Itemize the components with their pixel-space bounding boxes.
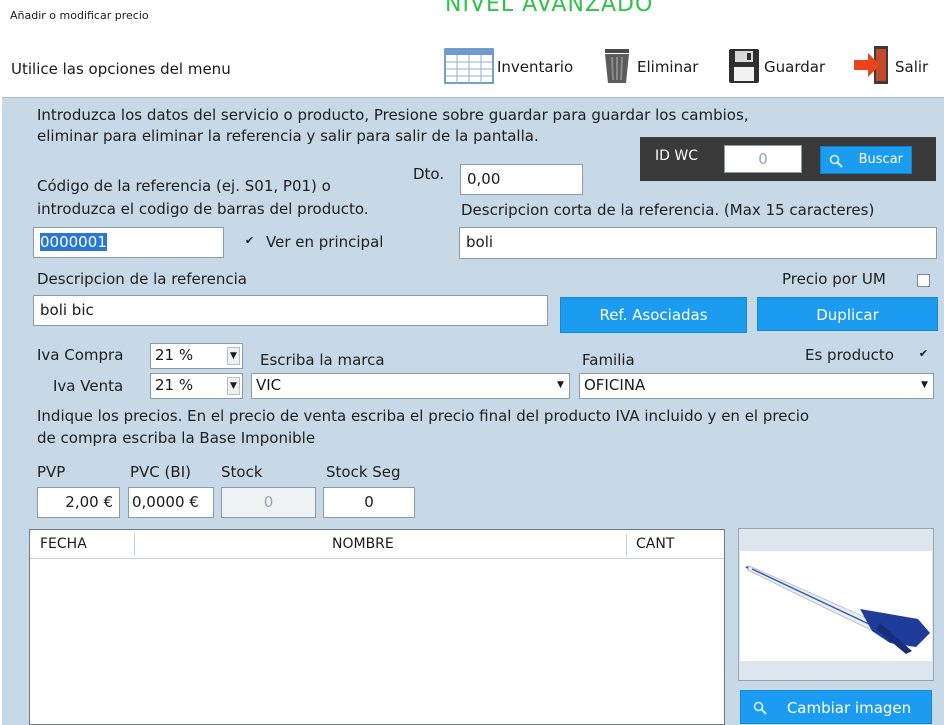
iva-venta-select[interactable]: 21 % ▼	[150, 373, 243, 399]
code-label-line-1: Código de la referencia (ej. S01, P01) o	[37, 177, 331, 195]
grid-col-cant[interactable]: CANT	[636, 530, 674, 559]
trash-icon	[600, 45, 634, 89]
product-image-frame	[738, 528, 934, 681]
guardar-button[interactable]: Guardar	[727, 42, 825, 92]
chevron-down-icon: ▼	[557, 380, 564, 390]
idwc-input[interactable]: 0	[724, 145, 802, 173]
grid-header: FECHA NOMBRE CANT	[30, 530, 724, 559]
guardar-label: Guardar	[764, 58, 826, 76]
iva-compra-label: Iva Compra	[37, 346, 124, 364]
stock-seg-label: Stock Seg	[326, 463, 401, 481]
pvc-label: PVC (BI)	[130, 463, 191, 481]
buscar-label: Buscar	[858, 152, 903, 167]
short-description-input[interactable]: boli	[459, 227, 937, 259]
brand-label: Escriba la marca	[260, 351, 385, 369]
buscar-button[interactable]: Buscar	[820, 146, 912, 174]
code-label-line-2: introduzca el codigo de barras del produ…	[37, 200, 369, 218]
code-input-value: 0000001	[40, 233, 107, 251]
iva-venta-label: Iva Venta	[53, 377, 124, 395]
price-per-um-checkbox[interactable]	[917, 274, 930, 287]
stock-input[interactable]: 0	[221, 487, 316, 518]
idwc-search-box: ID WC 0 Buscar	[640, 137, 936, 181]
pvc-input[interactable]: 0,0000 €	[128, 487, 214, 518]
eliminar-label: Eliminar	[637, 58, 699, 76]
window-title: Añadir o modificar precio	[10, 9, 149, 22]
instructions-line-2: eliminar para eliminar la referencia y s…	[37, 127, 539, 145]
price-per-um-label: Precio por UM	[782, 270, 886, 288]
family-value: OFICINA	[584, 376, 646, 394]
pen-image	[745, 565, 930, 654]
stock-seg-input[interactable]: 0	[323, 487, 415, 518]
search-icon	[829, 152, 843, 178]
change-image-label: Cambiar imagen	[786, 699, 912, 717]
associated-refs-button[interactable]: Ref. Asociadas	[560, 297, 747, 333]
floppy-disk-icon	[727, 45, 761, 89]
discount-label: Dto.	[413, 165, 445, 183]
inventario-label: Inventario	[497, 58, 574, 76]
discount-input[interactable]: 0,00	[460, 164, 583, 195]
brand-select[interactable]: VIC ▼	[251, 373, 570, 399]
change-image-button[interactable]: Cambiar imagen	[740, 690, 932, 724]
prices-instructions-line-2: de compra escriba la Base Imponible	[37, 429, 316, 447]
family-label: Familia	[582, 351, 635, 369]
overlay-banner-text: NIVEL AVANZADO	[445, 0, 654, 17]
description-input[interactable]: boli bic	[33, 295, 548, 326]
search-icon	[753, 701, 767, 715]
inventory-grid-icon	[444, 45, 494, 89]
salir-button[interactable]: Salir	[852, 42, 928, 92]
short-description-label: Descripcion corta de la referencia. (Max…	[461, 201, 875, 219]
grid-col-separator	[626, 534, 627, 556]
salir-label: Salir	[895, 58, 929, 76]
family-select[interactable]: OFICINA ▼	[579, 373, 934, 399]
brand-value: VIC	[256, 376, 282, 394]
stock-label: Stock	[221, 463, 263, 481]
code-input[interactable]: 0000001	[33, 227, 224, 258]
duplicate-button[interactable]: Duplicar	[757, 297, 938, 331]
exit-arrow-icon	[852, 43, 892, 91]
chevron-down-icon: ▼	[921, 380, 928, 390]
iva-compra-select[interactable]: 21 % ▼	[150, 343, 243, 369]
prices-instructions-line-1: Indique los precios. En el precio de ven…	[37, 407, 810, 425]
menu-caption: Utilice las opciones del menu	[11, 60, 231, 78]
pvp-input[interactable]: 2,00 €	[37, 487, 120, 518]
grid-col-separator	[134, 534, 135, 556]
show-in-main-label: Ver en principal	[266, 233, 384, 251]
instructions-line-1: Introduzca los datos del servicio o prod…	[37, 106, 749, 124]
pvp-label: PVP	[37, 463, 66, 481]
show-in-main-checkbox[interactable]: ✔	[243, 235, 256, 248]
iva-venta-value: 21 %	[155, 376, 194, 394]
chevron-down-icon: ▼	[227, 377, 240, 395]
description-label: Descripcion de la referencia	[37, 270, 247, 288]
idwc-label: ID WC	[655, 148, 698, 164]
is-product-checkbox[interactable]: ✔	[917, 348, 930, 361]
iva-compra-value: 21 %	[155, 346, 194, 364]
is-product-label: Es producto	[805, 346, 894, 364]
grid-col-fecha[interactable]: FECHA	[40, 530, 87, 559]
product-image	[740, 551, 932, 661]
eliminar-button[interactable]: Eliminar	[600, 42, 698, 92]
chevron-down-icon: ▼	[227, 347, 240, 365]
grid-col-nombre[interactable]: NOMBRE	[332, 530, 394, 559]
history-grid[interactable]: FECHA NOMBRE CANT	[29, 529, 725, 725]
inventario-button[interactable]: Inventario	[444, 42, 573, 92]
